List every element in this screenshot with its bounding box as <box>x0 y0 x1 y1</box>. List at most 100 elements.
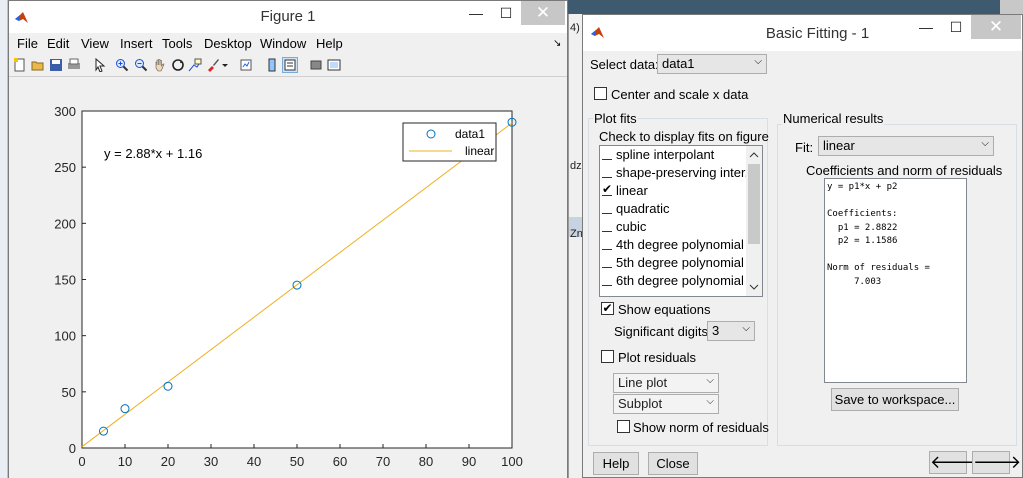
fit-dropdown-value: linear <box>823 138 855 153</box>
menu-help[interactable]: Help <box>316 36 343 51</box>
colorbar-icon[interactable] <box>265 58 279 72</box>
zoom-out-icon[interactable] <box>134 58 148 72</box>
chevron-down-icon: ⌵ <box>706 375 714 386</box>
fit-checkbox[interactable] <box>602 202 612 214</box>
close-button[interactable]: Close <box>648 452 698 475</box>
chart-svg[interactable]: 0 10 20 30 40 50 60 70 80 90 100 0 50 100 150 200 250 300… <box>9 78 567 478</box>
pan-hand-icon[interactable] <box>153 58 167 72</box>
scroll-up-icon[interactable] <box>746 148 762 162</box>
list-scrollbar[interactable] <box>746 146 762 296</box>
back-arrow-button[interactable]: 🡐 <box>929 451 978 474</box>
x-tick-label: 100 <box>501 454 523 469</box>
edit-plot-arrow-icon[interactable] <box>93 58 107 72</box>
save-to-workspace-button[interactable]: Save to workspace... <box>831 388 959 411</box>
y-tick-label: 300 <box>54 104 76 119</box>
residual-plot-type-dropdown[interactable]: Line plot ⌵ <box>613 373 719 393</box>
fit-checkbox[interactable] <box>602 148 612 160</box>
data-cursor-icon[interactable] <box>188 58 202 72</box>
list-item-shape-preserving[interactable]: shape-preserving inter... <box>600 164 755 182</box>
fit-checkbox[interactable] <box>602 256 612 268</box>
rotate-3d-icon[interactable] <box>171 58 185 72</box>
axes-box <box>81 110 513 449</box>
print-icon[interactable] <box>67 58 81 72</box>
select-data-label: Select data: <box>590 57 659 72</box>
x-tick-label: 20 <box>161 454 175 469</box>
fit-label: cubic <box>616 219 647 234</box>
help-button[interactable]: Help <box>593 452 639 475</box>
basic-fitting-titlebar[interactable]: Basic Fitting - 1 — ☐ ✕ <box>583 15 1022 51</box>
select-data-dropdown[interactable]: data1 ⌵ <box>657 54 767 74</box>
y-tick-label: 50 <box>62 385 76 400</box>
residual-location-dropdown[interactable]: Subplot ⌵ <box>613 394 719 414</box>
x-tick-label: 0 <box>78 454 85 469</box>
list-item-spline[interactable]: spline interpolant <box>600 146 746 164</box>
background-text-fragment: 4) <box>570 22 580 34</box>
menu-edit[interactable]: Edit <box>47 36 69 51</box>
save-icon[interactable] <box>49 58 63 72</box>
fit-label: 6th degree polynomial <box>616 273 744 288</box>
list-item-quadratic[interactable]: quadratic <box>600 200 746 218</box>
menu-view[interactable]: View <box>81 36 109 51</box>
legend[interactable]: data1 linear <box>402 122 497 162</box>
fit-checkbox[interactable] <box>602 220 612 232</box>
show-plot-tools-icon[interactable] <box>327 58 341 72</box>
show-norm-checkbox[interactable] <box>617 420 630 433</box>
fit-checkbox[interactable] <box>602 166 612 178</box>
fit-types-list[interactable]: spline interpolant shape-preserving inte… <box>599 145 763 297</box>
list-item-linear[interactable]: ✔ linear <box>600 182 746 200</box>
hide-plot-tools-icon[interactable] <box>309 58 323 72</box>
minimize-button[interactable]: — <box>911 15 941 39</box>
dock-arrow-icon[interactable]: ↘ <box>553 38 561 49</box>
fit-checkbox[interactable] <box>602 274 612 286</box>
x-tick-label: 10 <box>118 454 132 469</box>
plot-residuals-checkbox[interactable] <box>601 350 614 363</box>
brush-dropdown-icon[interactable] <box>221 58 229 72</box>
fit-label: 4th degree polynomial <box>616 237 744 252</box>
zoom-in-icon[interactable] <box>115 58 129 72</box>
sig-digits-dropdown[interactable]: 3 ⌵ <box>707 321 755 341</box>
fit-label: spline interpolant <box>616 147 715 162</box>
y-tick-label: 200 <box>54 216 76 231</box>
list-item-cubic[interactable]: cubic <box>600 218 746 236</box>
minimize-button[interactable]: — <box>461 1 491 25</box>
menu-file[interactable]: File <box>17 36 38 51</box>
legend-icon[interactable] <box>282 57 298 73</box>
close-window-button[interactable]: ✕ <box>971 15 1021 39</box>
fit-checkbox-checked[interactable]: ✔ <box>602 183 612 196</box>
menu-desktop[interactable]: Desktop <box>204 36 252 51</box>
select-data-value: data1 <box>662 56 695 71</box>
open-file-icon[interactable] <box>31 58 45 72</box>
link-plot-icon[interactable] <box>239 58 253 72</box>
plot-residuals-label: Plot residuals <box>618 350 697 365</box>
equation-annotation[interactable]: y = 2.88*x + 1.16 <box>104 146 202 161</box>
list-item-6th-degree[interactable]: 6th degree polynomial <box>600 272 746 290</box>
menu-insert[interactable]: Insert <box>120 36 153 51</box>
scroll-down-icon[interactable] <box>746 280 762 294</box>
forward-arrow-button[interactable]: 🡒 <box>972 451 1021 474</box>
close-button[interactable]: ✕ <box>521 1 565 25</box>
check-display-label: Check to display fits on figure <box>599 129 769 144</box>
list-item-4th-degree[interactable]: 4th degree polynomial <box>600 236 746 254</box>
maximize-button[interactable]: ☐ <box>941 15 971 39</box>
list-item-5th-degree[interactable]: 5th degree polynomial <box>600 254 746 272</box>
legend-label-data1: data1 <box>455 127 485 141</box>
fit-checkbox[interactable] <box>602 238 612 250</box>
chevron-down-icon: ⌵ <box>706 396 714 407</box>
show-equations-label: Show equations <box>618 302 711 317</box>
basic-fitting-window: Basic Fitting - 1 — ☐ ✕ Select data: dat… <box>582 14 1023 478</box>
brush-icon[interactable] <box>206 58 220 72</box>
show-equations-checkbox[interactable]: ✔ <box>601 302 614 315</box>
maximize-button[interactable]: ☐ <box>491 1 521 25</box>
y-tick-label: 100 <box>54 329 76 344</box>
menu-tools[interactable]: Tools <box>162 36 192 51</box>
sig-digits-label: Significant digits: <box>614 324 712 339</box>
background-text-fragment: Zn <box>570 228 583 240</box>
new-figure-icon[interactable] <box>13 58 27 72</box>
fit-dropdown[interactable]: linear ⌵ <box>818 136 994 156</box>
center-scale-checkbox[interactable] <box>594 87 607 100</box>
results-text-area[interactable]: y = p1*x + p2 Coefficients: p1 = 2.8822 … <box>824 178 967 383</box>
figure-titlebar[interactable]: Figure 1 — ☐ ✕ <box>9 1 567 33</box>
menu-window[interactable]: Window <box>260 36 306 51</box>
fit-label: linear <box>616 183 648 198</box>
scrollbar-thumb[interactable] <box>748 164 760 244</box>
